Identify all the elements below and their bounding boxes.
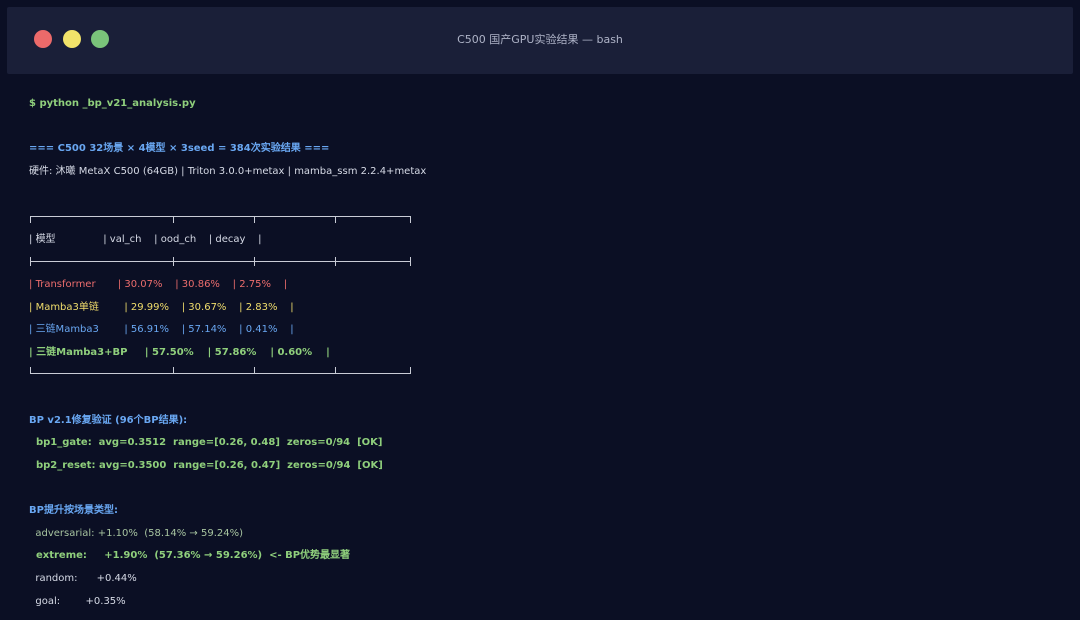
- scene-goal: goal: +0.35%: [29, 596, 126, 607]
- command-prompt: $ python _bp_v21_analysis.py: [29, 98, 196, 109]
- table-row: | 三链Mamba3 | 56.91% | 57.14% | 0.41% |: [29, 324, 294, 335]
- results-heading: === C500 32场景 × 4模型 × 3seed = 384次实验结果 =…: [29, 143, 330, 154]
- scene-adversarial: adversarial: +1.10% (58.14% → 59.24%): [29, 528, 243, 539]
- bp2-reset-line: bp2_reset: avg=0.3500 range=[0.26, 0.47]…: [29, 460, 383, 471]
- table-row: | Mamba3单链 | 29.99% | 30.67% | 2.83% |: [29, 302, 294, 313]
- window-titlebar: C500 国产GPU实验结果 — bash: [7, 7, 1073, 74]
- bp-section-title: BP v2.1修复验证 (96个BP结果):: [29, 415, 188, 426]
- table-row: | Transformer | 30.07% | 30.86% | 2.75% …: [29, 279, 288, 290]
- scene-section-title: BP提升按场景类型:: [29, 505, 118, 516]
- scene-random: random: +0.44%: [29, 573, 137, 584]
- bp1-gate-line: bp1_gate: avg=0.3512 range=[0.26, 0.48] …: [29, 437, 383, 448]
- header-model: 模型: [35, 234, 56, 245]
- header-ood-ch: ood_ch: [160, 234, 197, 245]
- table-header-row: | 模型 | val_ch | ood_ch | decay |: [29, 234, 262, 245]
- header-decay: decay: [215, 234, 246, 245]
- header-val-ch: val_ch: [109, 234, 142, 245]
- window-title: C500 国产GPU实验结果 — bash: [457, 33, 623, 46]
- hardware-info: 硬件: 沐曦 MetaX C500 (64GB) | Triton 3.0.0+…: [29, 166, 427, 177]
- results-table: | 模型 | val_ch | ood_ch | decay | | Trans…: [29, 210, 411, 380]
- scene-extreme: extreme: +1.90% (57.36% → 59.26%) <- BP优…: [29, 550, 351, 561]
- table-row: | 三链Mamba3+BP | 57.50% | 57.86% | 0.60% …: [29, 347, 330, 358]
